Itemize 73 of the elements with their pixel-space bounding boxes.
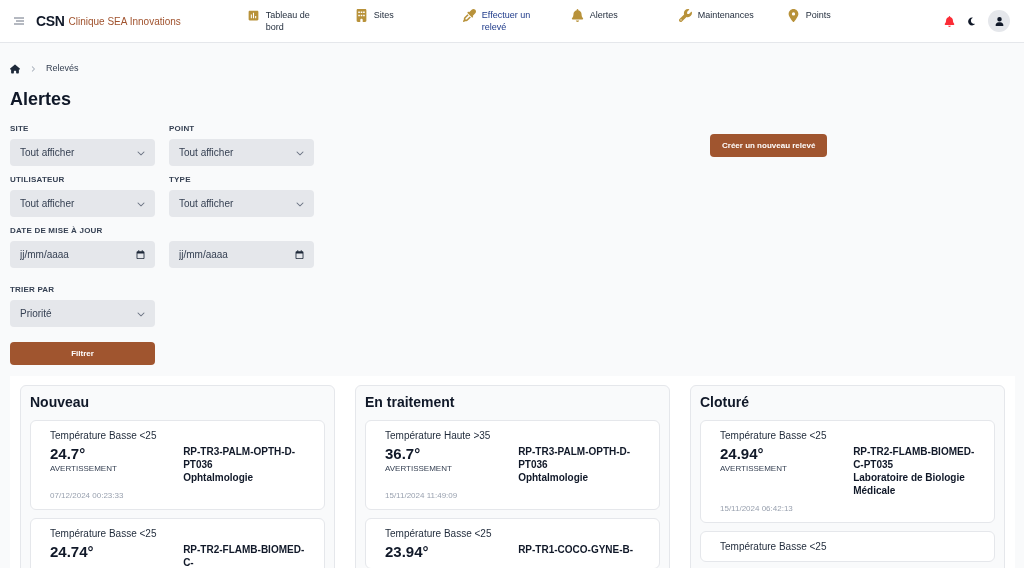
alert-card[interactable]: Température Basse <25 24.94° AVERTISSEMENT RP-TR2-FLAMB-BIOMED-C-PT035 Laboratoire de Biologie Médicale 15/11/2024 06:42:13 (700, 420, 995, 523)
dropper-icon (462, 9, 476, 22)
temperature-value: 36.7° (385, 445, 422, 463)
nav-link[interactable]: Maintenances (678, 9, 787, 33)
map-pin-icon (786, 9, 800, 22)
dropdown[interactable]: Tout afficher (169, 139, 314, 166)
alert-card[interactable]: Température Haute >35 36.7° AVERTISSEMENT RP-TR3-PALM-OPTH-D-PT036 Ophtalmologie 15/11/2024 11:49:09 (365, 420, 660, 510)
dropdown[interactable]: Tout afficher (10, 190, 155, 217)
moon-icon[interactable] (967, 16, 976, 26)
company-name: Clinique SEA Innovations (68, 14, 181, 29)
logo[interactable]: CSN (36, 10, 65, 32)
alert-type: Température Basse <25 (50, 429, 158, 443)
alert-type: Température Basse <25 (720, 429, 828, 443)
calendar-icon[interactable] (295, 250, 304, 259)
building-icon (354, 9, 368, 22)
dropdown[interactable]: Tout afficher (10, 139, 155, 166)
point-code: RP-TR2-FLAMB-BIOMED-C- (183, 543, 305, 568)
alert-date: 15/11/2024 06:42:13 (720, 503, 794, 515)
dropdown[interactable]: Tout afficher (169, 190, 314, 217)
column-title: Nouveau (30, 393, 91, 411)
column-title: Cloturé (700, 393, 750, 411)
page-title: Alertes (10, 88, 73, 110)
dropdown[interactable]: Priorité (10, 300, 155, 327)
filter-label: SITE (10, 123, 30, 133)
severity-label: AVERTISSEMENT (720, 463, 788, 475)
date-field[interactable]: jj/mm/aaaa (169, 241, 314, 268)
date-field[interactable]: jj/mm/aaaa (10, 241, 155, 268)
alert-type: Température Basse <25 (720, 540, 828, 554)
user-icon (994, 16, 1004, 26)
point-code: RP-TR3-PALM-OPTH-D-PT036 (518, 445, 632, 471)
filter-label: POINT (169, 123, 196, 133)
filter-label: TRIER PAR (10, 284, 56, 294)
alert-date: 15/11/2024 11:49:09 (385, 490, 459, 502)
filter-label: TYPE (169, 174, 192, 184)
location-name: Ophtalmologie (183, 471, 255, 484)
column-title: En traitement (365, 393, 456, 411)
filter-label: DATE DE MISE À JOUR (10, 225, 104, 235)
nav-link[interactable]: Sites (354, 9, 463, 33)
home-icon[interactable] (10, 63, 20, 74)
temperature-value: 24.7° (50, 445, 87, 463)
nav-link[interactable]: Tableau de bord (246, 9, 355, 33)
alert-card[interactable]: Température Basse <25 (700, 531, 995, 562)
location-name: Laboratoire de Biologie Médicale (853, 471, 966, 497)
point-code: RP-TR2-FLAMB-BIOMED-C-PT035 (853, 445, 975, 471)
location-name: Ophtalmologie (518, 471, 590, 484)
filter-label: UTILISATEUR (10, 174, 66, 184)
temperature-value: 24.74° (50, 543, 95, 561)
alert-type: Température Basse <25 (50, 527, 158, 541)
alert-card[interactable]: Température Basse <25 24.7° AVERTISSEMENT RP-TR3-PALM-OPTH-D-PT036 Ophtalmologie 07/12/2024 00:23:33 (30, 420, 325, 510)
chevron-right-icon (30, 65, 36, 72)
avatar-button[interactable] (988, 10, 1010, 32)
create-button[interactable]: Créer un nouveau relevé (710, 134, 828, 157)
alert-type: Température Basse <25 (385, 527, 493, 541)
point-code: RP-TR1-COCO-GYNE-B- (518, 543, 635, 556)
chart-board-icon (246, 9, 260, 22)
alert-card[interactable]: Température Basse <25 24.74° RP-TR2-FLAMB-BIOMED-C- (30, 518, 325, 568)
calendar-icon[interactable] (136, 250, 145, 259)
breadcrumb-link[interactable]: Relevés (46, 61, 79, 76)
severity-label: AVERTISSEMENT (50, 463, 118, 475)
filter-button[interactable]: Filtrer (10, 342, 155, 365)
nav-link[interactable]: Points (786, 9, 895, 33)
wrench-icon (678, 9, 692, 22)
severity-label: AVERTISSEMENT (385, 463, 453, 475)
notification-bell-icon[interactable] (944, 15, 955, 27)
nav-link[interactable]: Alertes (570, 9, 679, 33)
alert-date: 07/12/2024 00:23:33 (50, 490, 125, 502)
nav-link[interactable]: Effectuer un relevé (462, 9, 571, 33)
temperature-value: 23.94° (385, 543, 430, 561)
bell-icon (570, 9, 584, 22)
point-code: RP-TR3-PALM-OPTH-D-PT036 (183, 445, 297, 471)
temperature-value: 24.94° (720, 445, 765, 463)
alert-type: Température Haute >35 (385, 429, 492, 443)
alert-card[interactable]: Température Basse <25 23.94° RP-TR1-COCO-GYNE-B- (365, 518, 660, 568)
